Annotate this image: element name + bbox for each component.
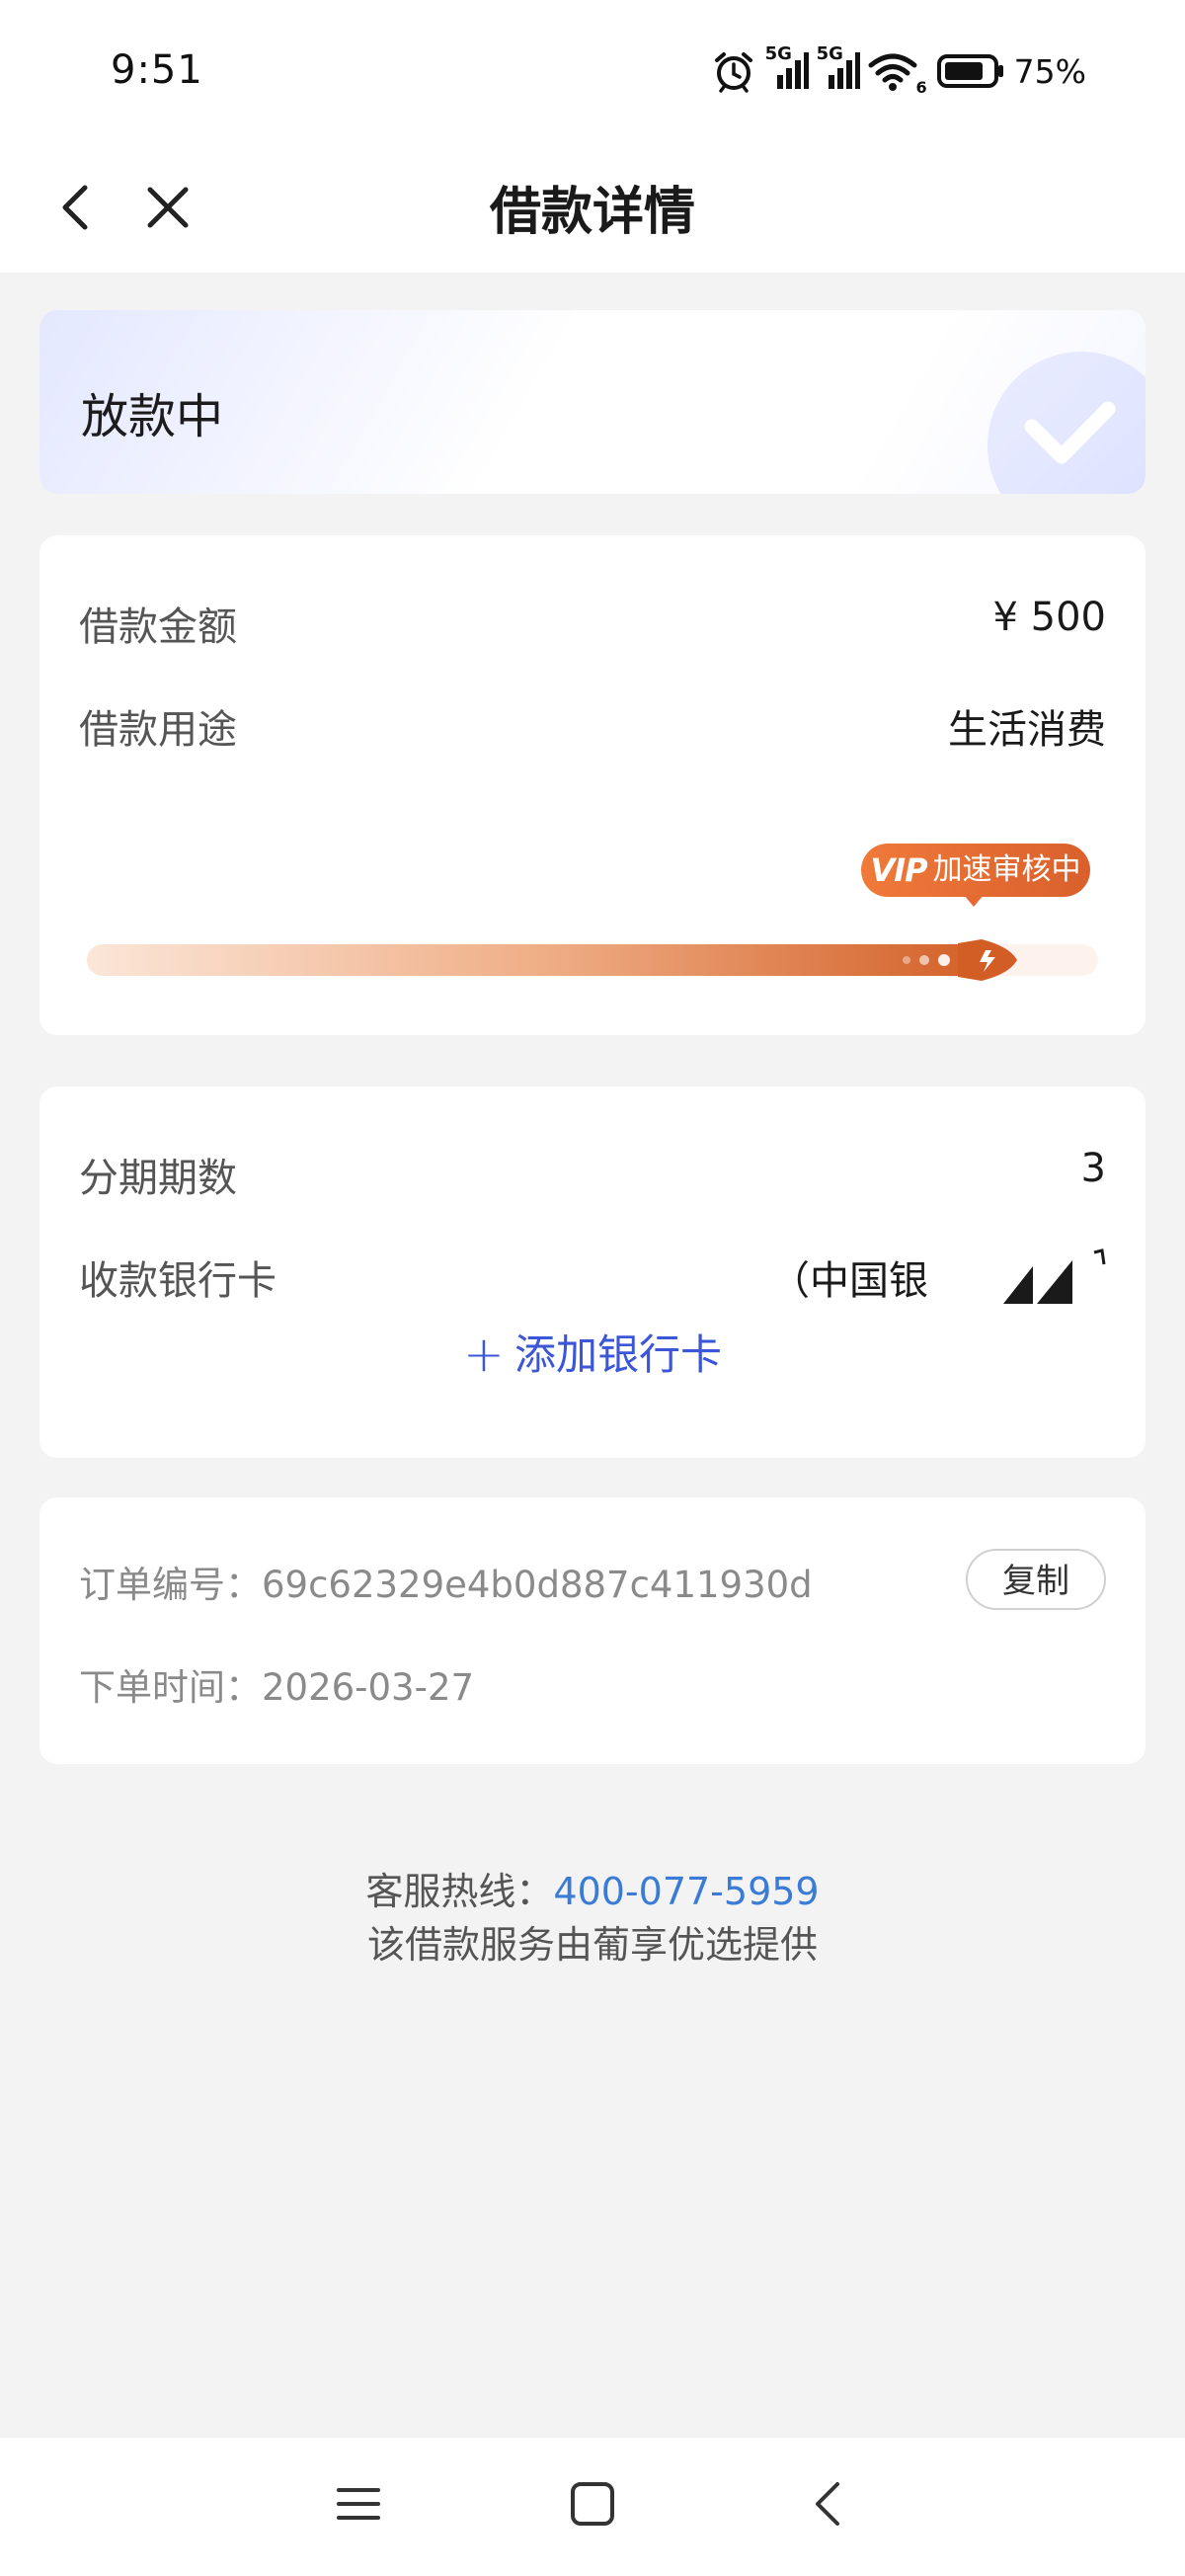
loan-amount-value: ¥ 500 bbox=[992, 595, 1106, 640]
wifi-badge: 6 bbox=[915, 78, 927, 97]
order-number: 订单编号：69c62329e4b0d887c411930d bbox=[79, 1555, 813, 1608]
top-area: 9:51 5G 5G 6 75% 借款详情 bbox=[0, 0, 1185, 273]
loan-status: 放款中 bbox=[81, 389, 224, 444]
installment-card: 分期期数 3 收款银行卡 （中国银 + 添加银行卡 bbox=[40, 1087, 1146, 1458]
footer: 客服热线：400-077-5959 该借款服务由葡享优选提供 bbox=[0, 1865, 1185, 1972]
check-icon bbox=[988, 352, 1146, 494]
loan-status-card: 放款中 bbox=[40, 310, 1146, 494]
back-icon[interactable] bbox=[808, 2477, 847, 2535]
home-icon[interactable] bbox=[569, 2477, 616, 2535]
order-time: 下单时间：2026-03-27 bbox=[79, 1657, 474, 1711]
battery-icon bbox=[936, 53, 1004, 89]
review-progress-bar bbox=[87, 939, 1098, 981]
wifi-icon: 6 bbox=[868, 49, 927, 97]
hotline-label: 客服热线： bbox=[365, 1870, 554, 1913]
copy-button[interactable]: 复制 bbox=[966, 1549, 1106, 1610]
card-number-mask bbox=[1003, 1248, 1106, 1304]
hotline: 客服热线：400-077-5959 bbox=[0, 1865, 1185, 1918]
hotline-number-link[interactable]: 400-077-5959 bbox=[553, 1870, 819, 1913]
plus-icon: + bbox=[463, 1326, 505, 1383]
order-time-label: 下单时间： bbox=[79, 1666, 262, 1709]
installments-label: 分期期数 bbox=[79, 1156, 237, 1201]
status-icons: 5G 5G 6 75% bbox=[712, 43, 1086, 97]
loan-info-card: 借款金额 ¥ 500 借款用途 生活消费 VIP 加速审核中 bbox=[40, 535, 1146, 1035]
signal-icon: 5G bbox=[763, 43, 809, 93]
system-nav-bar bbox=[0, 2438, 1185, 2576]
menu-icon[interactable] bbox=[336, 2477, 381, 2535]
loan-purpose-value: 生活消费 bbox=[948, 707, 1106, 753]
vip-label: VIP bbox=[870, 851, 927, 889]
network-type-label: 5G bbox=[816, 43, 843, 64]
order-number-label: 订单编号： bbox=[79, 1564, 262, 1606]
add-bank-card-button[interactable]: + 添加银行卡 bbox=[40, 1322, 1146, 1383]
add-bank-card-label: 添加银行卡 bbox=[514, 1330, 722, 1379]
loan-amount-label: 借款金额 bbox=[79, 604, 237, 650]
vip-badge-text: 加速审核中 bbox=[932, 852, 1081, 887]
order-card: 订单编号：69c62329e4b0d887c411930d 复制 下单时间：20… bbox=[40, 1497, 1146, 1764]
order-number-value: 69c62329e4b0d887c411930d bbox=[262, 1564, 813, 1606]
signal-icon: 5G bbox=[815, 43, 860, 93]
status-bar: 9:51 5G 5G 6 75% bbox=[0, 0, 1185, 148]
network-type-label: 5G bbox=[764, 43, 792, 64]
alarm-icon bbox=[712, 49, 755, 93]
installments-value: 3 bbox=[1080, 1146, 1106, 1191]
loan-purpose-label: 借款用途 bbox=[79, 707, 237, 753]
page-title: 借款详情 bbox=[489, 183, 695, 242]
receiving-card-label: 收款银行卡 bbox=[79, 1258, 276, 1304]
vip-review-badge: VIP 加速审核中 bbox=[861, 844, 1090, 907]
status-time: 9:51 bbox=[111, 47, 203, 93]
receiving-card-value: （中国银 bbox=[770, 1258, 928, 1304]
progress-fill bbox=[87, 944, 997, 976]
battery-percent: 75% bbox=[1013, 51, 1086, 91]
order-time-value: 2026-03-27 bbox=[262, 1666, 475, 1709]
provider-text: 该借款服务由葡享优选提供 bbox=[366, 1923, 818, 1967]
